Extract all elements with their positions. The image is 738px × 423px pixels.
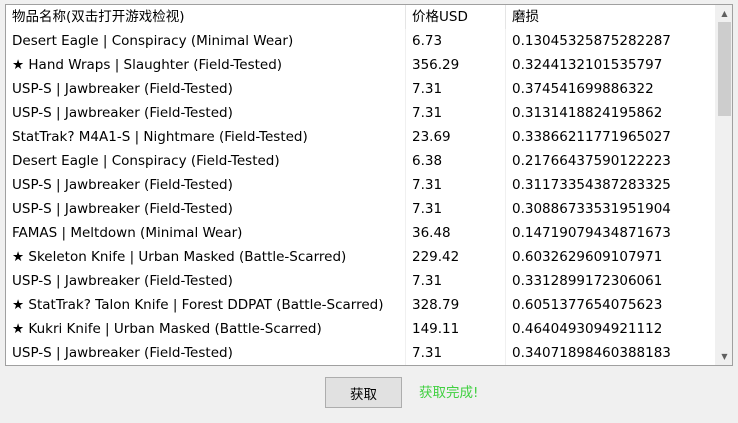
table-row[interactable]: StatTrak? M4A1-S | Nightmare (Field-Test… — [6, 125, 715, 149]
item-name-cell: USP-S | Jawbreaker (Field-Tested) — [6, 269, 406, 293]
price-cell: 7.31 — [406, 341, 506, 365]
wear-cell: 0.3131418824195862 — [512, 105, 663, 121]
column-header-item-name[interactable]: 物品名称(双击打开游戏检视) — [6, 5, 406, 29]
wear-cell: 0.33866211771965027 — [512, 129, 671, 145]
wear-cell: 0.13045325875282287 — [512, 33, 671, 49]
price-cell: 149.11 — [406, 317, 506, 341]
price-cell: 356.29 — [406, 53, 506, 77]
table-row[interactable]: USP-S | Jawbreaker (Field-Tested) 7.31 0… — [6, 173, 715, 197]
column-header-wear[interactable]: 磨损 — [506, 5, 715, 29]
price-cell: 23.69 — [406, 125, 506, 149]
wear-cell: 0.14719079434871673 — [512, 225, 671, 241]
item-name-cell: USP-S | Jawbreaker (Field-Tested) — [6, 197, 406, 221]
item-name-cell: USP-S | Jawbreaker (Field-Tested) — [6, 77, 406, 101]
price-cell: 7.31 — [406, 101, 506, 125]
table-row[interactable]: ★ StatTrak? Talon Knife | Forest DDPAT (… — [6, 293, 715, 317]
wear-cell: 0.21766437590122223 — [512, 153, 671, 169]
items-list-view[interactable]: 物品名称(双击打开游戏检视) 价格USD 磨损 Desert Eagle | C… — [5, 4, 733, 366]
wear-cell: 0.34071898460388183 — [512, 345, 671, 361]
scroll-down-arrow-icon[interactable]: ▼ — [716, 348, 732, 365]
price-cell: 229.42 — [406, 245, 506, 269]
item-name-cell: ★ Kukri Knife | Urban Masked (Battle-Sca… — [6, 317, 406, 341]
price-cell: 328.79 — [406, 293, 506, 317]
table-row[interactable]: USP-S | Jawbreaker (Field-Tested) 7.31 0… — [6, 77, 715, 101]
wear-cell: 0.3244132101535797 — [512, 57, 663, 73]
vertical-scrollbar[interactable]: ▲ ▼ — [715, 5, 732, 365]
wear-cell: 0.3312899172306061 — [512, 273, 663, 289]
price-cell: 7.31 — [406, 269, 506, 293]
wear-cell: 0.4640493094921112 — [512, 321, 663, 337]
table-row[interactable]: USP-S | Jawbreaker (Field-Tested) 7.31 0… — [6, 197, 715, 221]
column-header-price-usd[interactable]: 价格USD — [406, 5, 506, 29]
item-name-cell: USP-S | Jawbreaker (Field-Tested) — [6, 101, 406, 125]
price-cell: 7.31 — [406, 197, 506, 221]
item-name-cell: StatTrak? M4A1-S | Nightmare (Field-Test… — [6, 125, 406, 149]
wear-cell: 0.30886733531951904 — [512, 201, 671, 217]
price-cell: 6.38 — [406, 149, 506, 173]
item-name-cell: ★ Hand Wraps | Slaughter (Field-Tested) — [6, 53, 406, 77]
table-row[interactable]: ★ Hand Wraps | Slaughter (Field-Tested) … — [6, 53, 715, 77]
table-header: 物品名称(双击打开游戏检视) 价格USD 磨损 — [6, 5, 715, 29]
item-name-cell: ★ StatTrak? Talon Knife | Forest DDPAT (… — [6, 293, 406, 317]
price-cell: 36.48 — [406, 221, 506, 245]
item-name-cell: Desert Eagle | Conspiracy (Field-Tested) — [6, 149, 406, 173]
table-row[interactable]: ★ Kukri Knife | Urban Masked (Battle-Sca… — [6, 317, 715, 341]
price-cell: 7.31 — [406, 173, 506, 197]
item-name-cell: Desert Eagle | Conspiracy (Minimal Wear) — [6, 29, 406, 53]
wear-cell: 0.31173354387283325 — [512, 177, 671, 193]
table-row[interactable]: Desert Eagle | Conspiracy (Minimal Wear)… — [6, 29, 715, 53]
item-name-cell: ★ Skeleton Knife | Urban Masked (Battle-… — [6, 245, 406, 269]
status-label: 获取完成! — [419, 385, 479, 401]
wear-cell: 0.6032629609107971 — [512, 249, 663, 265]
scroll-up-arrow-icon[interactable]: ▲ — [716, 5, 732, 22]
price-cell: 7.31 — [406, 77, 506, 101]
window-bottom-edge — [0, 419, 738, 423]
scroll-thumb[interactable] — [718, 22, 731, 116]
fetch-button[interactable]: 获取 — [325, 377, 402, 408]
items-table: 物品名称(双击打开游戏检视) 价格USD 磨损 Desert Eagle | C… — [6, 5, 715, 365]
wear-cell: 0.6051377654075623 — [512, 297, 663, 313]
item-name-cell: USP-S | Jawbreaker (Field-Tested) — [6, 341, 406, 365]
table-row[interactable]: FAMAS | Meltdown (Minimal Wear) 36.48 0.… — [6, 221, 715, 245]
price-cell: 6.73 — [406, 29, 506, 53]
table-row[interactable]: ★ Skeleton Knife | Urban Masked (Battle-… — [6, 245, 715, 269]
wear-cell: 0.374541699886322 — [512, 81, 654, 97]
item-name-cell: USP-S | Jawbreaker (Field-Tested) — [6, 173, 406, 197]
item-name-cell: FAMAS | Meltdown (Minimal Wear) — [6, 221, 406, 245]
table-row[interactable]: USP-S | Jawbreaker (Field-Tested) 7.31 0… — [6, 269, 715, 293]
table-row[interactable]: Desert Eagle | Conspiracy (Field-Tested)… — [6, 149, 715, 173]
table-row[interactable]: USP-S | Jawbreaker (Field-Tested) 7.31 0… — [6, 341, 715, 365]
table-row[interactable]: USP-S | Jawbreaker (Field-Tested) 7.31 0… — [6, 101, 715, 125]
